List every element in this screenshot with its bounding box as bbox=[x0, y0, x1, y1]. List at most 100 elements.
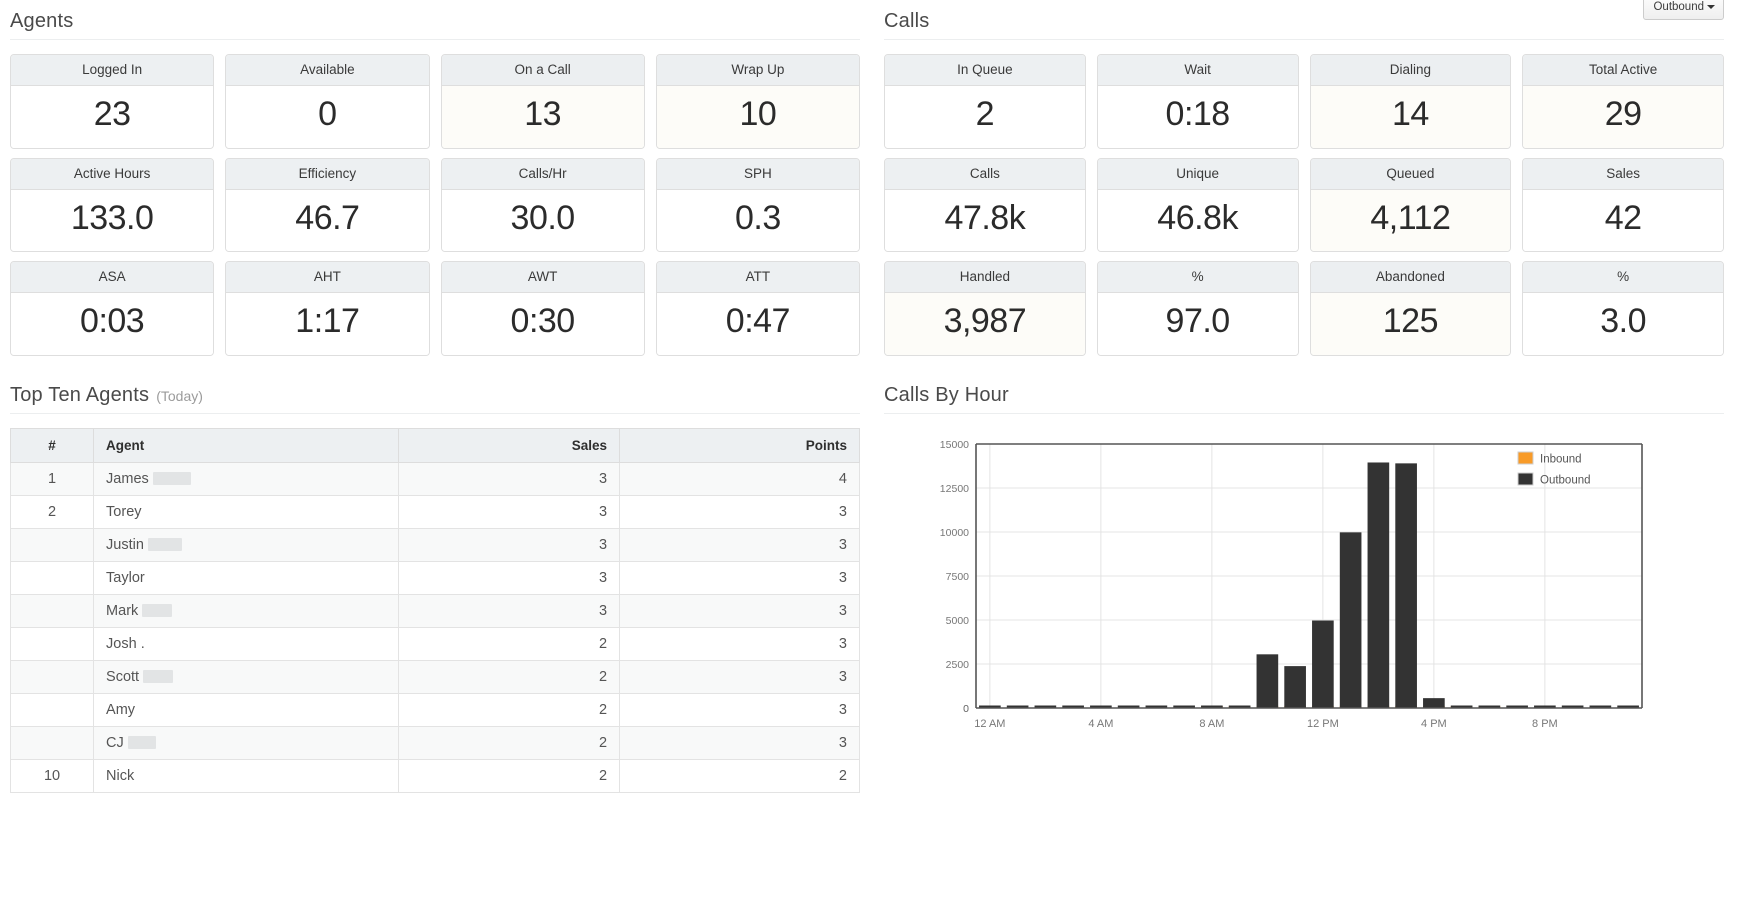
cell-agent-name: Josh . bbox=[94, 627, 399, 660]
calls-stat-card[interactable]: %3.0 bbox=[1522, 261, 1724, 356]
spacer bbox=[884, 356, 1724, 374]
calls-stat-label: Dialing bbox=[1311, 55, 1511, 86]
agents-stat-label: Logged In bbox=[11, 55, 213, 86]
cell-points: 3 bbox=[620, 528, 860, 561]
table-row[interactable]: Josh .23 bbox=[11, 627, 860, 660]
chart-xtick-label: 8 AM bbox=[1199, 718, 1224, 730]
agents-stat-card[interactable]: Efficiency46.7 bbox=[225, 158, 429, 253]
table-row[interactable]: CJ23 bbox=[11, 726, 860, 759]
table-row[interactable]: 1James34 bbox=[11, 462, 860, 495]
calls-stat-value: 14 bbox=[1311, 86, 1511, 147]
redacted-surname-block bbox=[128, 736, 156, 749]
table-row[interactable]: 10Nick22 bbox=[11, 759, 860, 792]
column-header-points[interactable]: Points bbox=[620, 428, 860, 462]
cell-rank bbox=[11, 561, 94, 594]
agents-stat-card[interactable]: AHT1:17 bbox=[225, 261, 429, 356]
cell-agent-name: Mark bbox=[94, 594, 399, 627]
agents-stat-value: 46.7 bbox=[226, 190, 428, 251]
calls-stat-card[interactable]: Queued4,112 bbox=[1310, 158, 1512, 253]
calls-stat-card[interactable]: Abandoned125 bbox=[1310, 261, 1512, 356]
calls-by-hour-section-header: Calls By Hour bbox=[884, 374, 1724, 414]
cell-points: 2 bbox=[620, 759, 860, 792]
column-header-sales[interactable]: Sales bbox=[398, 428, 619, 462]
agents-stat-value: 0:30 bbox=[442, 293, 644, 354]
calls-stat-value: 3,987 bbox=[885, 293, 1085, 354]
chart-xtick-label: 12 AM bbox=[974, 718, 1005, 730]
cell-rank bbox=[11, 627, 94, 660]
calls-stat-card[interactable]: Calls47.8k bbox=[884, 158, 1086, 253]
table-row[interactable]: Taylor33 bbox=[11, 561, 860, 594]
redacted-surname-block bbox=[142, 604, 172, 617]
agents-stat-card[interactable]: SPH0.3 bbox=[656, 158, 860, 253]
calls-stat-card[interactable]: Wait0:18 bbox=[1097, 54, 1299, 149]
chart-bar-outbound bbox=[1312, 620, 1334, 707]
calls-stat-card[interactable]: Handled3,987 bbox=[884, 261, 1086, 356]
column-header-rank[interactable]: # bbox=[11, 428, 94, 462]
call-direction-dropdown[interactable]: Outbound bbox=[1643, 0, 1724, 20]
table-row[interactable]: Scott23 bbox=[11, 660, 860, 693]
agents-stat-card[interactable]: ATT0:47 bbox=[656, 261, 860, 356]
calls-stat-card[interactable]: %97.0 bbox=[1097, 261, 1299, 356]
redacted-surname-block bbox=[153, 472, 191, 485]
calls-by-hour-section-title: Calls By Hour bbox=[884, 384, 1009, 407]
chart-bar-outbound bbox=[1284, 666, 1306, 708]
calls-stat-value: 0:18 bbox=[1098, 86, 1298, 147]
agents-stat-card[interactable]: On a Call13 bbox=[441, 54, 645, 149]
calls-stat-value: 47.8k bbox=[885, 190, 1085, 251]
calls-by-hour-chart[interactable]: 0250050007500100001250015000012 AM4 AM8 … bbox=[884, 428, 1724, 758]
agents-stat-card[interactable]: ASA0:03 bbox=[10, 261, 214, 356]
agents-stat-value: 23 bbox=[11, 86, 213, 147]
column-header-agent[interactable]: Agent bbox=[94, 428, 399, 462]
cell-agent-name: Justin bbox=[94, 528, 399, 561]
cell-points: 3 bbox=[620, 495, 860, 528]
calls-stat-card[interactable]: In Queue2 bbox=[884, 54, 1086, 149]
dashboard-columns: Agents Logged In23Available0On a Call13W… bbox=[0, 0, 1744, 793]
calls-stat-label: Abandoned bbox=[1311, 262, 1511, 293]
agents-stat-card[interactable]: Available0 bbox=[225, 54, 429, 149]
table-header-row: # Agent Sales Points bbox=[11, 428, 860, 462]
cell-points: 3 bbox=[620, 726, 860, 759]
cell-rank bbox=[11, 594, 94, 627]
table-row[interactable]: Justin33 bbox=[11, 528, 860, 561]
calls-stat-grid: In Queue2Wait0:18Dialing14Total Active29… bbox=[884, 54, 1724, 356]
calls-stat-label: Unique bbox=[1098, 159, 1298, 190]
agents-stat-card[interactable]: Wrap Up10 bbox=[656, 54, 860, 149]
agents-stat-card[interactable]: AWT0:30 bbox=[441, 261, 645, 356]
cell-agent-name: Taylor bbox=[94, 561, 399, 594]
calls-section-header: Calls Outbound bbox=[884, 0, 1724, 40]
chart-xtick-label: 12 PM bbox=[1307, 718, 1339, 730]
cell-agent-name: CJ bbox=[94, 726, 399, 759]
agents-stat-value: 0.3 bbox=[657, 190, 859, 251]
agent-name-text: CJ bbox=[106, 735, 124, 751]
cell-rank bbox=[11, 660, 94, 693]
table-row[interactable]: 2Torey33 bbox=[11, 495, 860, 528]
calls-stat-card[interactable]: Unique46.8k bbox=[1097, 158, 1299, 253]
chart-ytick-label-zero: 0 bbox=[963, 703, 969, 715]
agent-name-text: Mark bbox=[106, 603, 138, 619]
agents-stat-card[interactable]: Logged In23 bbox=[10, 54, 214, 149]
agent-name-text: James bbox=[106, 471, 149, 487]
agents-section-header: Agents bbox=[10, 0, 860, 40]
table-row[interactable]: Mark33 bbox=[11, 594, 860, 627]
chart-ytick-label: 15000 bbox=[940, 439, 969, 451]
table-body: 1James342Torey33Justin33Taylor33Mark33Jo… bbox=[11, 462, 860, 792]
calls-stat-card[interactable]: Sales42 bbox=[1522, 158, 1724, 253]
agents-stat-label: Available bbox=[226, 55, 428, 86]
chart-bar-outbound bbox=[1257, 654, 1279, 708]
top-agents-table: # Agent Sales Points 1James342Torey33Jus… bbox=[10, 428, 860, 793]
dashboard-page: Agents Logged In23Available0On a Call13W… bbox=[0, 0, 1744, 916]
agents-stat-card[interactable]: Active Hours133.0 bbox=[10, 158, 214, 253]
cell-sales: 3 bbox=[398, 528, 619, 561]
cell-agent-name: Amy bbox=[94, 693, 399, 726]
calls-stat-card[interactable]: Dialing14 bbox=[1310, 54, 1512, 149]
agent-name-text: Josh . bbox=[106, 636, 145, 652]
agents-stat-label: ATT bbox=[657, 262, 859, 293]
table-row[interactable]: Amy23 bbox=[11, 693, 860, 726]
agents-stat-label: Active Hours bbox=[11, 159, 213, 190]
cell-sales: 2 bbox=[398, 693, 619, 726]
chart-ytick-label: 12500 bbox=[940, 483, 969, 495]
calls-stat-value: 4,112 bbox=[1311, 190, 1511, 251]
agents-stat-card[interactable]: Calls/Hr30.0 bbox=[441, 158, 645, 253]
cell-points: 3 bbox=[620, 561, 860, 594]
calls-stat-card[interactable]: Total Active29 bbox=[1522, 54, 1724, 149]
